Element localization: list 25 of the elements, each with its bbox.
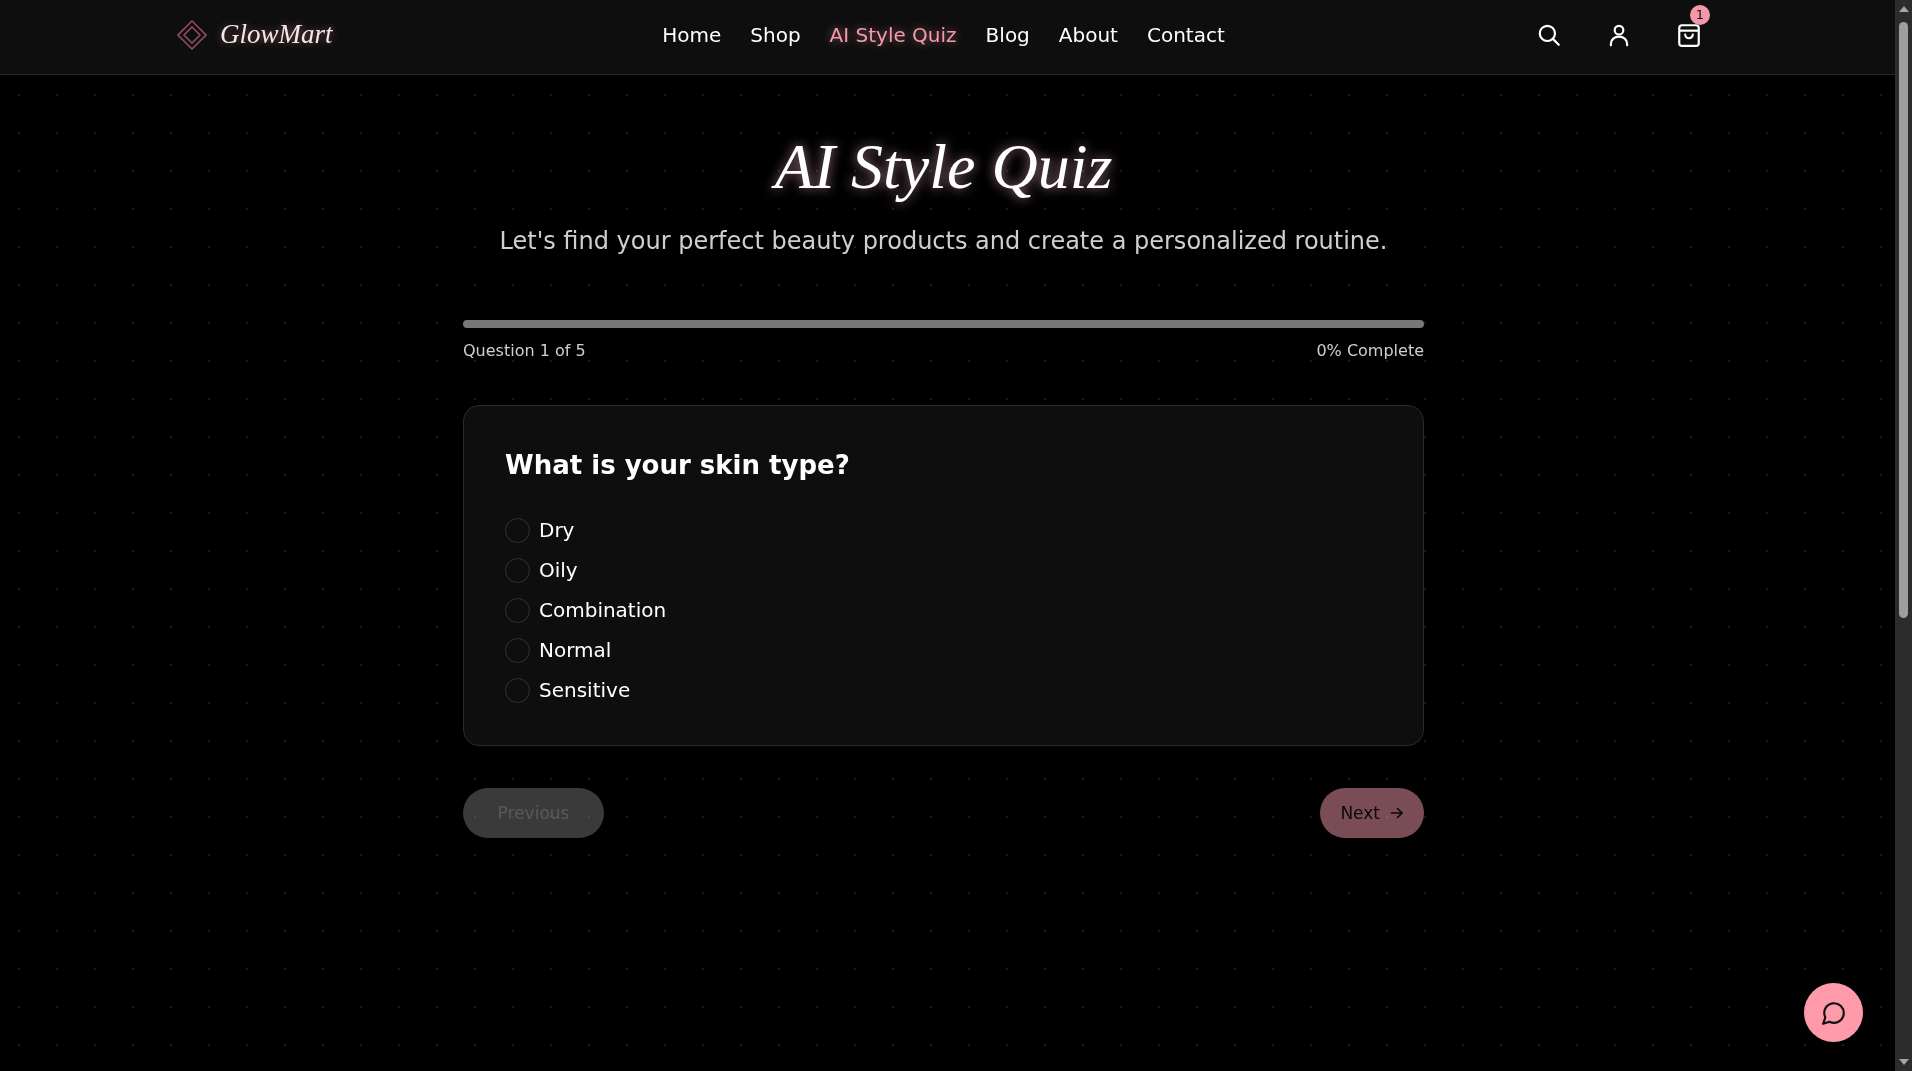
answer-option[interactable]: Sensitive bbox=[505, 675, 631, 705]
nav-link[interactable]: About bbox=[1058, 21, 1118, 48]
question-counter: Question 1 of 5 bbox=[463, 340, 586, 362]
scroll-down-icon[interactable] bbox=[1898, 1059, 1909, 1065]
nav-link[interactable]: Shop bbox=[750, 21, 801, 48]
cart-count-badge: 1 bbox=[1690, 4, 1710, 25]
scroll-up-icon[interactable] bbox=[1898, 6, 1909, 12]
completion-percent: 0% Complete bbox=[1316, 340, 1424, 362]
scrollbar-thumb[interactable] bbox=[1899, 22, 1908, 618]
arrow-right-icon bbox=[1390, 806, 1404, 820]
shopping-bag-icon[interactable] bbox=[1676, 21, 1702, 48]
answer-option[interactable]: Normal bbox=[505, 635, 612, 665]
nav-link[interactable]: AI Style Quiz bbox=[829, 21, 957, 48]
nav-link[interactable]: Blog bbox=[985, 21, 1030, 48]
answer-option[interactable]: Dry bbox=[505, 515, 575, 545]
chat-bubble-icon bbox=[1820, 999, 1847, 1026]
diamond-logo-icon bbox=[177, 19, 207, 50]
scrollbar[interactable] bbox=[1895, 0, 1912, 1071]
page-subtitle: Let's find your perfect beauty products and create a personalized routine. bbox=[499, 226, 1388, 257]
question-title: What is your skin type? bbox=[505, 449, 850, 482]
answer-option[interactable]: Combination bbox=[505, 595, 667, 625]
answer-option[interactable]: Oily bbox=[505, 555, 578, 585]
nav-link[interactable]: Home bbox=[662, 21, 722, 48]
logo-link[interactable]: GlowMart bbox=[175, 19, 333, 50]
nav-link[interactable]: Contact bbox=[1146, 21, 1225, 48]
